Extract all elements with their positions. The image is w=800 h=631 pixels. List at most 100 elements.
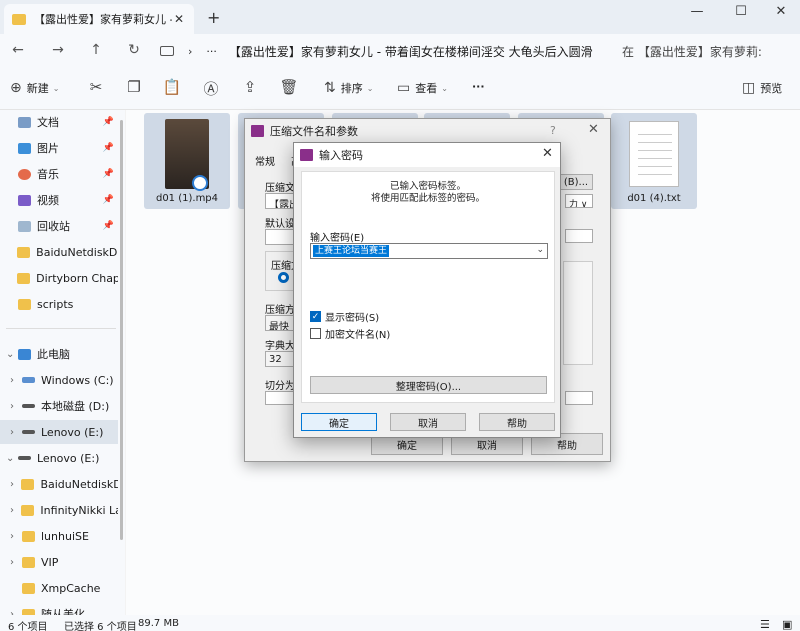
help-icon[interactable]: ?: [550, 124, 556, 137]
sidebar-item-folder[interactable]: › lunhuiSE: [0, 524, 118, 548]
command-bar: ⊕ 新建 ⌄ ✂ ❐ 📋 Ⓐ ⇪ 🗑 ⇅ 排序 ⌄ ▭ 查看 ⌄ ··· ◫ 预…: [0, 68, 800, 110]
dialog-titlebar: 输入密码: [294, 143, 560, 167]
text-file-icon: [629, 121, 679, 187]
paste-icon[interactable]: 📋: [162, 78, 182, 96]
sidebar-item-folder[interactable]: Dirtyborn Chapt: [0, 266, 118, 290]
search-input[interactable]: 在 【露出性爱】家有萝莉:: [614, 38, 794, 64]
sidebar-item-pictures[interactable]: 图片 📌: [0, 136, 118, 160]
browse-button[interactable]: (B)...: [559, 174, 593, 190]
video-icon: [18, 194, 31, 206]
sidebar-item-folder[interactable]: scripts: [0, 292, 118, 316]
winrar-icon: [300, 149, 313, 161]
format-radio[interactable]: [278, 272, 289, 283]
delete-icon[interactable]: 🗑: [279, 78, 299, 96]
tab-active[interactable]: 【露出性爱】家有萝莉女儿 - 带 ✕: [4, 4, 194, 34]
chevron-down-icon[interactable]: ⌄: [6, 349, 18, 360]
sidebar-item-folder[interactable]: › BaiduNetdiskD: [0, 472, 118, 496]
view-button[interactable]: ▭ 查看 ⌄: [397, 80, 448, 96]
new-button[interactable]: ⊕ 新建 ⌄: [10, 80, 59, 96]
player-badge-icon: [192, 175, 208, 191]
chevron-right-icon[interactable]: ›: [10, 531, 22, 542]
window-close-icon[interactable]: ✕: [766, 4, 796, 19]
chevron-down-icon[interactable]: ⌄: [6, 453, 18, 464]
sidebar-item-drive-c[interactable]: › Windows (C:): [0, 368, 118, 392]
method-label: 压缩方: [265, 305, 295, 316]
chevron-right-icon[interactable]: ›: [10, 557, 22, 568]
share-icon[interactable]: ⇪: [240, 78, 260, 96]
chevron-down-icon[interactable]: ⌄: [536, 245, 544, 255]
address-row: ← → ↑ ↻ › ··· 【露出性爱】家有萝莉女儿 - 带着闺女在楼梯间淫交 …: [0, 34, 800, 68]
sidebar-item-music[interactable]: 音乐 📌: [0, 162, 118, 186]
sidebar-item-videos[interactable]: 视频 📌: [0, 188, 118, 212]
sidebar-item-documents[interactable]: 文档 📌: [0, 110, 118, 134]
winrar-icon: [251, 125, 264, 137]
sidebar-item-folder[interactable]: XmpCache: [0, 576, 118, 600]
sort-button[interactable]: ⇅ 排序 ⌄: [324, 80, 373, 96]
chevron-right-icon[interactable]: ›: [10, 401, 22, 412]
sidebar-item-folder[interactable]: › VIP: [0, 550, 118, 574]
archive-name-input[interactable]: 【露出: [265, 193, 295, 209]
breadcrumb-path[interactable]: 【露出性爱】家有萝莉女儿 - 带着闺女在楼梯间淫交 大龟头后入圆滑: [229, 43, 593, 60]
preview-button[interactable]: ◫ 预览: [742, 80, 782, 96]
pin-icon: 📌: [102, 221, 114, 231]
split-unit-select[interactable]: [565, 391, 593, 405]
minimize-icon[interactable]: —: [682, 4, 712, 19]
sidebar-scrollbar[interactable]: [120, 120, 123, 540]
chevron-right-icon[interactable]: ›: [10, 427, 22, 438]
document-icon: [18, 116, 31, 128]
sidebar-item-folder[interactable]: › InfinityNikki La: [0, 498, 118, 522]
navigation-pane: 文档 📌 图片 📌 音乐 📌 视频 📌 回收站 📌 BaiduNetdiskDo Dirt…: [0, 110, 125, 615]
show-password-checkbox[interactable]: ✓ 显示密码(S): [310, 309, 379, 324]
folder-icon: [22, 556, 35, 568]
refresh-icon[interactable]: ↻: [124, 42, 144, 58]
help-button[interactable]: 帮助: [479, 413, 555, 431]
chevron-right-icon[interactable]: ›: [10, 375, 22, 386]
maximize-icon[interactable]: ☐: [726, 4, 756, 19]
sidebar-item-folder[interactable]: BaiduNetdiskDo: [0, 240, 118, 264]
address-bar[interactable]: › ··· 【露出性爱】家有萝莉女儿 - 带着闺女在楼梯间淫交 大龟头后入圆滑: [160, 38, 610, 64]
forward-icon[interactable]: →: [48, 42, 68, 58]
chevron-down-icon: ⌄: [366, 83, 374, 93]
plus-circle-icon: ⊕: [10, 80, 22, 96]
rename-icon[interactable]: Ⓐ: [201, 78, 221, 99]
password-input[interactable]: 上赛王论坛当赛王 ⌄: [310, 243, 548, 259]
sidebar-item-this-pc[interactable]: ⌄ 此电脑: [0, 342, 118, 366]
file-item[interactable]: d01 (1).mp4: [144, 113, 230, 209]
folder-icon: [22, 582, 35, 594]
copy-icon[interactable]: ❐: [124, 78, 144, 96]
organize-passwords-button[interactable]: 整理密码(O)...: [310, 376, 547, 394]
details-view-icon[interactable]: ☰: [760, 618, 770, 631]
close-icon[interactable]: ✕: [542, 146, 553, 161]
profile-select[interactable]: [265, 229, 295, 245]
up-icon[interactable]: ↑: [86, 42, 106, 58]
chevron-right-icon[interactable]: ›: [10, 479, 21, 490]
tiles-view-icon[interactable]: ▣: [782, 618, 792, 631]
dictionary-select[interactable]: 32: [265, 351, 295, 367]
chevron-right-icon[interactable]: ›: [10, 505, 21, 516]
file-item[interactable]: d01 (4).txt: [611, 113, 697, 209]
sidebar-item-recycle-bin[interactable]: 回收站 📌: [0, 214, 118, 238]
tab-close-icon[interactable]: ✕: [172, 12, 186, 26]
split-input[interactable]: [265, 391, 295, 405]
sidebar-item-folder[interactable]: › 随从美化: [0, 602, 118, 615]
cut-icon[interactable]: ✂: [86, 78, 106, 96]
update-mode-select[interactable]: 力 ∨: [565, 194, 593, 208]
more-options-icon[interactable]: ···: [472, 80, 485, 93]
ok-button[interactable]: 确定: [301, 413, 377, 431]
pin-icon: 📌: [102, 117, 114, 127]
cancel-button[interactable]: 取消: [390, 413, 466, 431]
back-icon[interactable]: ←: [8, 42, 28, 58]
new-tab-icon[interactable]: +: [207, 8, 220, 27]
sort-icon: ⇅: [324, 80, 336, 96]
picture-icon: [18, 142, 31, 154]
sidebar-item-drive-e-root[interactable]: ⌄ Lenovo (E:): [0, 446, 118, 470]
encrypt-filenames-checkbox[interactable]: 加密文件名(N): [310, 326, 390, 341]
sidebar-item-drive-e[interactable]: › Lenovo (E:): [0, 420, 118, 444]
breadcrumb-overflow-icon[interactable]: ···: [206, 45, 217, 58]
tab-general[interactable]: 常规: [255, 153, 275, 168]
method-select[interactable]: 最快: [265, 315, 295, 331]
close-icon[interactable]: ✕: [588, 122, 599, 137]
dropdown-select[interactable]: [565, 229, 593, 243]
sidebar-item-drive-d[interactable]: › 本地磁盘 (D:): [0, 394, 118, 418]
folder-icon: [18, 298, 31, 310]
